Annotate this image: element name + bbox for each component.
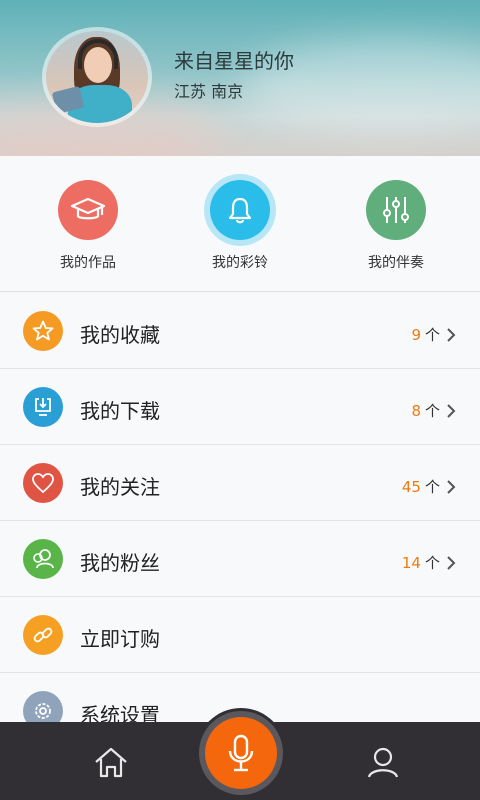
equalizer-sliders-icon <box>366 180 426 240</box>
menu-label: 我的粉丝 <box>80 551 160 575</box>
quick-my-accompaniment[interactable]: 我的伴奏 <box>336 180 456 272</box>
count-value: 9 <box>411 325 421 344</box>
quick-my-works[interactable]: 我的作品 <box>28 180 148 272</box>
fans-icon <box>23 539 63 579</box>
quick-label: 我的伴奏 <box>368 255 424 271</box>
menu-count: 45 个 <box>402 476 456 497</box>
user-location: 江苏 南京 <box>174 82 244 101</box>
bell-icon <box>210 180 270 240</box>
user-icon[interactable] <box>364 744 402 782</box>
quick-actions: 我的作品 我的彩铃 我的伴奏 <box>0 156 480 292</box>
chevron-right-icon <box>447 555 456 570</box>
menu-item-favorites[interactable]: 我的收藏 9 个 <box>0 293 480 369</box>
count-unit: 个 <box>424 478 440 496</box>
quick-label: 我的彩铃 <box>212 255 268 271</box>
user-name: 来自星星的你 <box>174 49 294 73</box>
link-icon <box>23 615 63 655</box>
menu-list: 我的收藏 9 个 我的下载 8 个 我的关注 45 个 我的粉丝 14 个 立即… <box>0 293 480 749</box>
menu-item-subscribe[interactable]: 立即订购 <box>0 597 480 673</box>
count-value: 14 <box>401 553 421 572</box>
menu-count: 8 个 <box>411 400 456 421</box>
microphone-icon <box>205 717 277 789</box>
chevron-right-icon <box>447 403 456 418</box>
quick-my-ringtones[interactable]: 我的彩铃 <box>180 180 300 272</box>
menu-label: 我的收藏 <box>80 323 160 347</box>
chevron-right-icon <box>447 479 456 494</box>
menu-label: 我的关注 <box>80 475 160 499</box>
chevron-right-icon <box>447 327 456 342</box>
menu-label: 我的下载 <box>80 399 160 423</box>
star-icon <box>23 311 63 351</box>
count-unit: 个 <box>424 402 440 420</box>
record-button[interactable] <box>196 708 286 798</box>
heart-icon <box>23 463 63 503</box>
count-unit: 个 <box>424 326 440 344</box>
graduation-cap-icon <box>58 180 118 240</box>
quick-label: 我的作品 <box>60 255 116 271</box>
download-icon <box>23 387 63 427</box>
menu-count: 9 个 <box>411 324 456 345</box>
count-unit: 个 <box>424 554 440 572</box>
menu-item-downloads[interactable]: 我的下载 8 个 <box>0 369 480 445</box>
menu-label: 立即订购 <box>80 627 160 651</box>
profile-header: 来自星星的你 江苏 南京 <box>0 0 480 156</box>
menu-item-following[interactable]: 我的关注 45 个 <box>0 445 480 521</box>
menu-count: 14 个 <box>402 552 456 573</box>
count-value: 45 <box>401 477 421 496</box>
avatar[interactable] <box>42 27 152 127</box>
count-value: 8 <box>411 401 421 420</box>
home-icon[interactable] <box>92 744 130 782</box>
menu-item-fans[interactable]: 我的粉丝 14 个 <box>0 521 480 597</box>
